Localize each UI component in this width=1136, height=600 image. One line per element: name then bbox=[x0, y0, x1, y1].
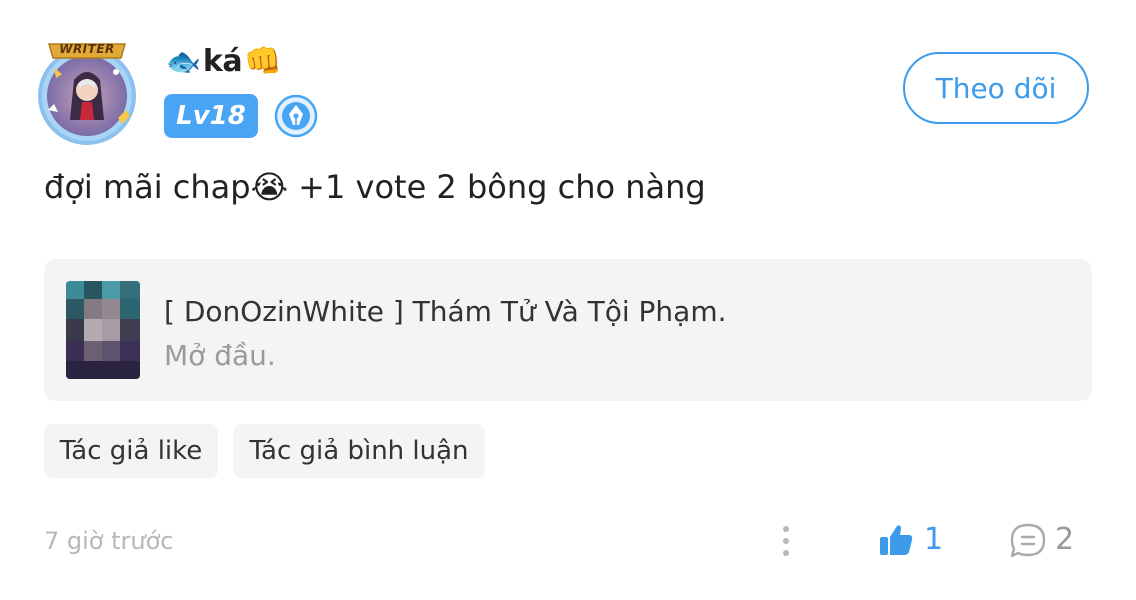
thumbs-up-icon[interactable] bbox=[878, 523, 914, 557]
comment-body-start: đợi mãi chap bbox=[44, 168, 251, 206]
referenced-story-card[interactable]: [ DonOzinWhite ] Thám Tử Và Tội Phạm. Mở… bbox=[44, 259, 1092, 401]
story-title: [ DonOzinWhite ] Thám Tử Và Tội Phạm. bbox=[164, 295, 727, 328]
comment-bubble-icon[interactable] bbox=[1008, 521, 1048, 561]
more-options-icon[interactable] bbox=[776, 524, 796, 558]
user-name-row[interactable]: 🐟 ká 👊 bbox=[166, 40, 281, 82]
post-timestamp: 7 giờ trước bbox=[44, 527, 174, 555]
chapter-title: Mở đầu. bbox=[164, 339, 276, 372]
writer-badge-text: WRITER bbox=[59, 42, 115, 56]
comment-body-end: +1 vote 2 bông cho nàng bbox=[287, 168, 706, 206]
fist-emoji: 👊 bbox=[244, 44, 282, 78]
comment-count[interactable]: 2 bbox=[1055, 522, 1074, 557]
user-name[interactable]: ká bbox=[203, 44, 243, 79]
author-reply-tag: Tác giả bình luận bbox=[233, 424, 485, 478]
pen-nib-icon bbox=[274, 94, 318, 138]
follow-button[interactable]: Theo dõi bbox=[903, 52, 1089, 124]
like-count[interactable]: 1 bbox=[924, 522, 943, 557]
comment-text: đợi mãi chap 😭 +1 vote 2 bông cho nàng bbox=[44, 168, 706, 206]
user-avatar[interactable]: WRITER bbox=[34, 40, 140, 146]
user-badges: Lv18 bbox=[164, 94, 318, 138]
story-cover-thumbnail bbox=[66, 281, 140, 379]
fish-emoji: 🐟 bbox=[166, 45, 201, 77]
crying-emoji: 😭 bbox=[250, 168, 288, 206]
author-like-tag: Tác giả like bbox=[44, 424, 218, 478]
level-badge: Lv18 bbox=[164, 94, 258, 138]
